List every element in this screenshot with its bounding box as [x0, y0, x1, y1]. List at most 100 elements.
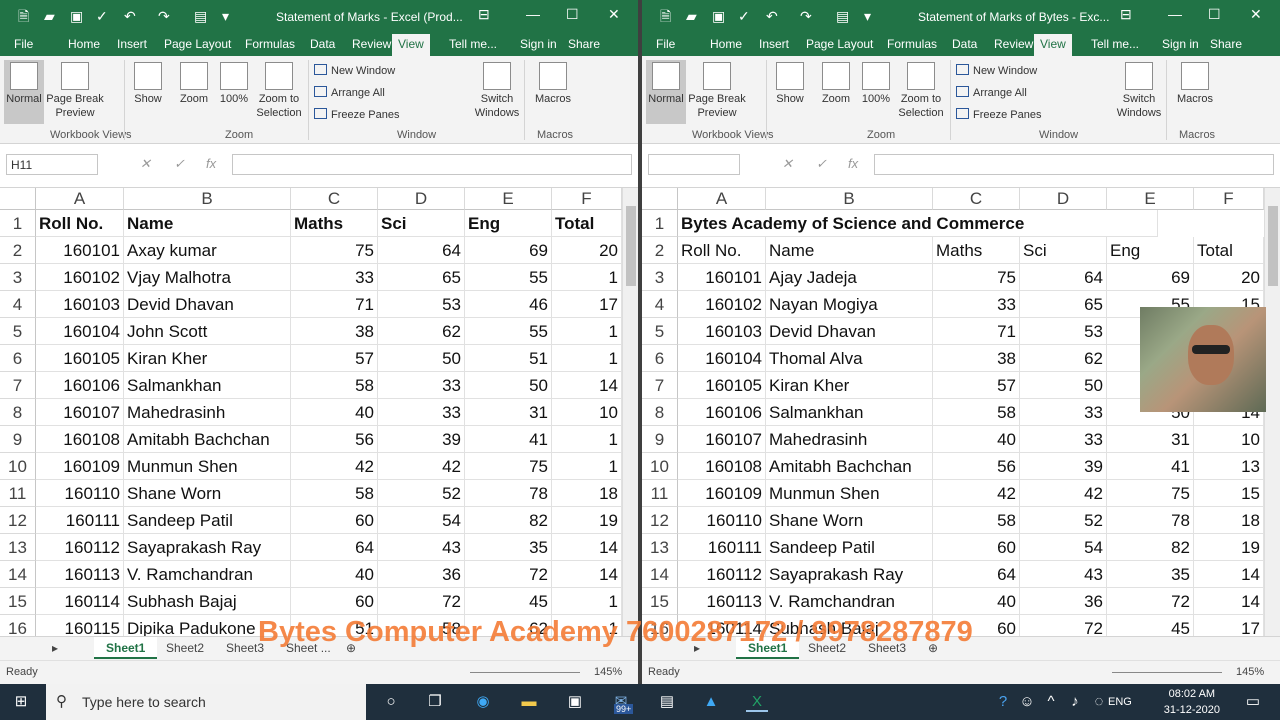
- cell[interactable]: 72: [465, 561, 552, 588]
- cell[interactable]: 55: [465, 264, 552, 291]
- volume-icon[interactable]: ♪: [1064, 692, 1086, 712]
- column-header[interactable]: C: [291, 188, 378, 210]
- network-icon[interactable]: ◌: [1088, 692, 1110, 712]
- photos-icon[interactable]: ▲: [700, 692, 722, 712]
- tab-review[interactable]: Review: [994, 37, 1033, 51]
- cell[interactable]: Sci: [378, 210, 465, 237]
- row-header[interactable]: 15: [0, 588, 36, 615]
- cell[interactable]: Thomal Alva: [766, 345, 933, 372]
- row-header[interactable]: 11: [642, 480, 678, 507]
- cell[interactable]: 13: [1194, 453, 1264, 480]
- cell[interactable]: 1: [552, 345, 622, 372]
- cell[interactable]: 19: [552, 507, 622, 534]
- customize-icon[interactable]: ▾: [222, 7, 229, 25]
- cell[interactable]: 33: [933, 291, 1020, 318]
- fx-icon[interactable]: fx: [848, 156, 858, 171]
- header-cell[interactable]: Sci: [1020, 237, 1107, 264]
- row-header[interactable]: 5: [642, 318, 678, 345]
- customize-icon[interactable]: ▾: [864, 7, 871, 25]
- cell[interactable]: 71: [933, 318, 1020, 345]
- page-break-preview-button[interactable]: Page Break Preview: [46, 60, 104, 124]
- cell[interactable]: 53: [378, 291, 465, 318]
- cell[interactable]: 50: [378, 345, 465, 372]
- cell[interactable]: Salmankhan: [124, 372, 291, 399]
- tab-insert[interactable]: Insert: [117, 37, 147, 51]
- switch-windows-button[interactable]: Switch Windows: [462, 60, 532, 124]
- arrange-all-button[interactable]: Arrange All: [956, 86, 1027, 99]
- cell[interactable]: 46: [465, 291, 552, 318]
- cell[interactable]: 45: [465, 588, 552, 615]
- cell[interactable]: Sandeep Patil: [766, 534, 933, 561]
- tray-chevron-icon[interactable]: ^: [1040, 692, 1062, 712]
- column-header[interactable]: E: [1107, 188, 1194, 210]
- cell[interactable]: 55: [465, 318, 552, 345]
- cell[interactable]: 35: [1107, 561, 1194, 588]
- cell[interactable]: 78: [465, 480, 552, 507]
- close-icon[interactable]: ✕: [1250, 6, 1262, 23]
- column-header[interactable]: B: [124, 188, 291, 210]
- tab-view[interactable]: View: [392, 34, 430, 56]
- cancel-icon[interactable]: ✕: [140, 156, 151, 172]
- cell[interactable]: 75: [291, 237, 378, 264]
- cell[interactable]: 160105: [36, 345, 124, 372]
- cell[interactable]: 1: [552, 426, 622, 453]
- cell[interactable]: 41: [465, 426, 552, 453]
- banner-cell[interactable]: Bytes Academy of Science and Commerce: [678, 210, 1158, 237]
- cell[interactable]: 50: [465, 372, 552, 399]
- cell[interactable]: Sayaprakash Ray: [766, 561, 933, 588]
- cell[interactable]: 31: [465, 399, 552, 426]
- cell[interactable]: Total: [552, 210, 622, 237]
- cell[interactable]: 1: [552, 453, 622, 480]
- cell[interactable]: 40: [291, 399, 378, 426]
- edge-icon[interactable]: ◉: [472, 692, 494, 712]
- cell[interactable]: John Scott: [124, 318, 291, 345]
- windows-start-icon[interactable]: ⊞: [10, 692, 32, 712]
- tab-share[interactable]: Share: [568, 37, 600, 51]
- header-cell[interactable]: Maths: [933, 237, 1020, 264]
- maximize-icon[interactable]: ☐: [1208, 6, 1221, 23]
- row-header[interactable]: 8: [642, 399, 678, 426]
- cell[interactable]: 75: [1107, 480, 1194, 507]
- tab-formulas[interactable]: Formulas: [245, 37, 295, 51]
- file-explorer-icon[interactable]: ▬: [518, 692, 540, 712]
- header-cell[interactable]: Roll No.: [678, 237, 766, 264]
- tab-share[interactable]: Share: [1210, 37, 1242, 51]
- row-header[interactable]: 2: [0, 237, 36, 264]
- excel-taskbar-icon[interactable]: X: [746, 692, 768, 712]
- cell[interactable]: 40: [933, 588, 1020, 615]
- cell[interactable]: 20: [1194, 264, 1264, 291]
- cell[interactable]: 78: [1107, 507, 1194, 534]
- row-header[interactable]: 3: [0, 264, 36, 291]
- minimize-icon[interactable]: —: [1168, 6, 1182, 22]
- select-all-corner[interactable]: [0, 188, 36, 210]
- help-icon[interactable]: ?: [992, 692, 1014, 712]
- cell[interactable]: 58: [933, 507, 1020, 534]
- row-header[interactable]: 1: [0, 210, 36, 237]
- cell[interactable]: 14: [552, 372, 622, 399]
- cell[interactable]: 160108: [36, 426, 124, 453]
- vertical-scrollbar[interactable]: [622, 188, 638, 636]
- cell[interactable]: 40: [291, 561, 378, 588]
- cell[interactable]: 31: [1107, 426, 1194, 453]
- cell[interactable]: 160108: [678, 453, 766, 480]
- header-cell[interactable]: Eng: [1107, 237, 1194, 264]
- cell[interactable]: Ajay Jadeja: [766, 264, 933, 291]
- row-header[interactable]: 12: [0, 507, 36, 534]
- cell[interactable]: 65: [1020, 291, 1107, 318]
- cell[interactable]: 38: [291, 318, 378, 345]
- header-cell[interactable]: Total: [1194, 237, 1264, 264]
- zoom-to-selection-button[interactable]: Zoom to Selection: [252, 60, 306, 124]
- save-icon[interactable]: 🗎: [18, 7, 29, 25]
- cell[interactable]: 35: [465, 534, 552, 561]
- undo-icon[interactable]: ↶: [766, 7, 778, 25]
- zoom-slider[interactable]: [1112, 672, 1222, 673]
- cell[interactable]: 10: [1194, 426, 1264, 453]
- row-header[interactable]: 5: [0, 318, 36, 345]
- cell[interactable]: Sayaprakash Ray: [124, 534, 291, 561]
- cell[interactable]: 72: [378, 588, 465, 615]
- cell[interactable]: V. Ramchandran: [124, 561, 291, 588]
- column-header[interactable]: D: [378, 188, 465, 210]
- tab-view[interactable]: View: [1034, 34, 1072, 56]
- tab-page-layout[interactable]: Page Layout: [164, 37, 231, 51]
- open-icon[interactable]: ▰: [44, 7, 55, 25]
